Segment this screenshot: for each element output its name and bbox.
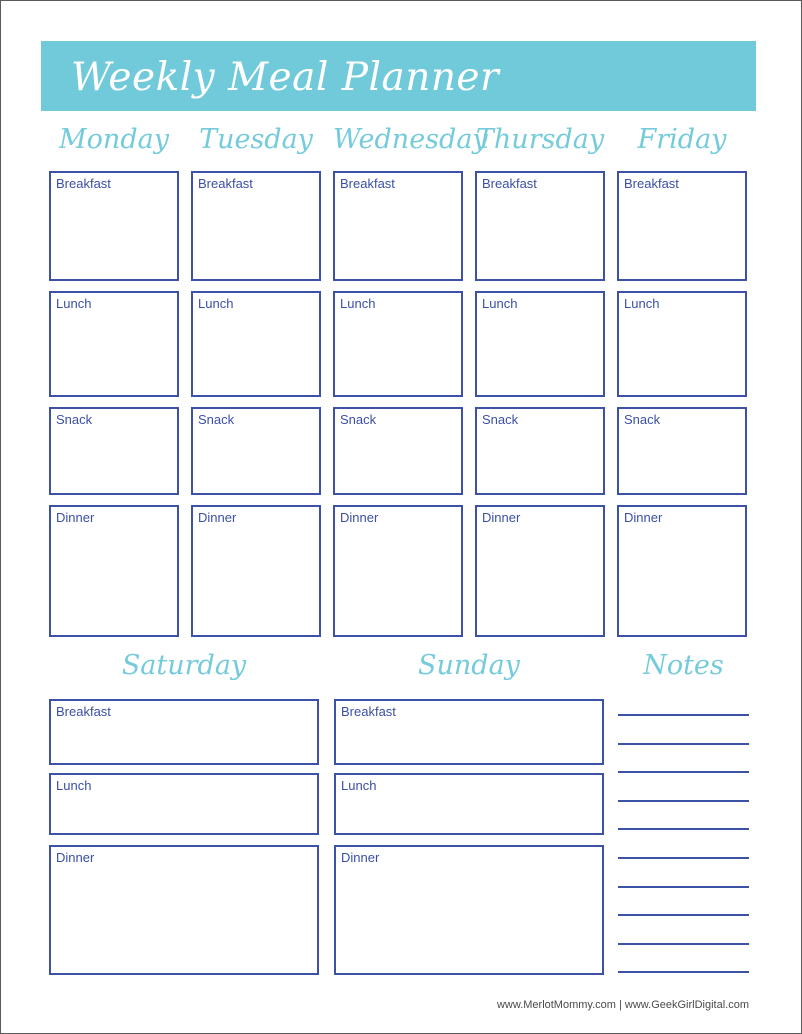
meal-box-friday-snack[interactable]: Snack [617,407,747,495]
meal-label: Lunch [56,778,92,793]
notes-heading: Notes [643,650,724,681]
meal-label: Dinner [482,510,521,525]
meal-label: Dinner [198,510,237,525]
meal-box-tuesday-snack[interactable]: Snack [191,407,321,495]
meal-label: Dinner [56,510,95,525]
meal-box-wednesday-snack[interactable]: Snack [333,407,463,495]
note-line[interactable] [618,971,749,974]
meal-label: Dinner [340,510,379,525]
meal-label: Breakfast [56,704,111,719]
meal-label: Breakfast [340,176,395,191]
day-heading-tuesday: Tuesday [199,124,313,155]
day-heading-wednesday: Wednesday [333,124,488,155]
meal-label: Snack [56,412,93,427]
meal-planner-page: Weekly Meal Planner Monday Tuesday Wednesd… [0,0,802,1034]
meal-label: Dinner [56,850,95,865]
meal-box-wednesday-breakfast[interactable]: Breakfast [333,171,463,281]
title-banner: Weekly Meal Planner [41,41,756,111]
meal-label: Breakfast [341,704,396,719]
note-line[interactable] [618,799,749,802]
note-line[interactable] [618,714,749,716]
meal-label: Snack [624,412,661,427]
meal-label: Lunch [482,296,518,311]
meal-label: Breakfast [56,176,111,191]
meal-box-friday-lunch[interactable]: Lunch [617,291,747,397]
meal-label: Snack [340,412,377,427]
meal-label: Lunch [340,296,376,311]
meal-box-monday-breakfast[interactable]: Breakfast [49,171,179,281]
meal-box-tuesday-dinner[interactable]: Dinner [191,505,321,637]
meal-box-sunday-dinner[interactable]: Dinner [334,845,604,975]
meal-box-monday-snack[interactable]: Snack [49,407,179,495]
meal-label: Lunch [624,296,660,311]
meal-label: Lunch [198,296,234,311]
meal-box-thursday-snack[interactable]: Snack [475,407,605,495]
note-line[interactable] [618,742,749,745]
meal-box-tuesday-breakfast[interactable]: Breakfast [191,171,321,281]
meal-box-friday-dinner[interactable]: Dinner [617,505,747,637]
day-heading-thursday: Thursday [475,124,605,155]
meal-label: Lunch [341,778,377,793]
note-line[interactable] [618,828,749,831]
meal-label: Dinner [341,850,380,865]
meal-box-friday-breakfast[interactable]: Breakfast [617,171,747,281]
meal-box-thursday-dinner[interactable]: Dinner [475,505,605,637]
meal-box-sunday-lunch[interactable]: Lunch [334,773,604,835]
note-line[interactable] [618,857,749,859]
meal-box-sunday-breakfast[interactable]: Breakfast [334,699,604,765]
footer-credit: www.MerlotMommy.com | www.GeekGirlDigita… [496,999,749,1011]
note-line[interactable] [618,942,749,945]
note-line[interactable] [618,885,749,888]
meal-label: Dinner [624,510,663,525]
meal-label: Breakfast [624,176,679,191]
day-heading-sunday: Sunday [418,650,520,681]
meal-label: Snack [198,412,235,427]
day-heading-monday: Monday [59,124,169,155]
note-line[interactable] [618,771,749,774]
meal-box-monday-lunch[interactable]: Lunch [49,291,179,397]
meal-label: Lunch [56,296,92,311]
meal-box-saturday-lunch[interactable]: Lunch [49,773,319,835]
meal-box-saturday-dinner[interactable]: Dinner [49,845,319,975]
page-title: Weekly Meal Planner [71,55,500,100]
banner-ribbon-notch [701,41,756,111]
meal-box-wednesday-dinner[interactable]: Dinner [333,505,463,637]
meal-label: Snack [482,412,519,427]
meal-box-wednesday-lunch[interactable]: Lunch [333,291,463,397]
day-heading-friday: Friday [637,124,727,155]
day-heading-saturday: Saturday [121,650,247,681]
meal-box-thursday-lunch[interactable]: Lunch [475,291,605,397]
meal-box-tuesday-lunch[interactable]: Lunch [191,291,321,397]
meal-box-monday-dinner[interactable]: Dinner [49,505,179,637]
note-line[interactable] [618,914,749,917]
meal-box-thursday-breakfast[interactable]: Breakfast [475,171,605,281]
meal-label: Breakfast [482,176,537,191]
meal-box-saturday-breakfast[interactable]: Breakfast [49,699,319,765]
meal-label: Breakfast [198,176,253,191]
